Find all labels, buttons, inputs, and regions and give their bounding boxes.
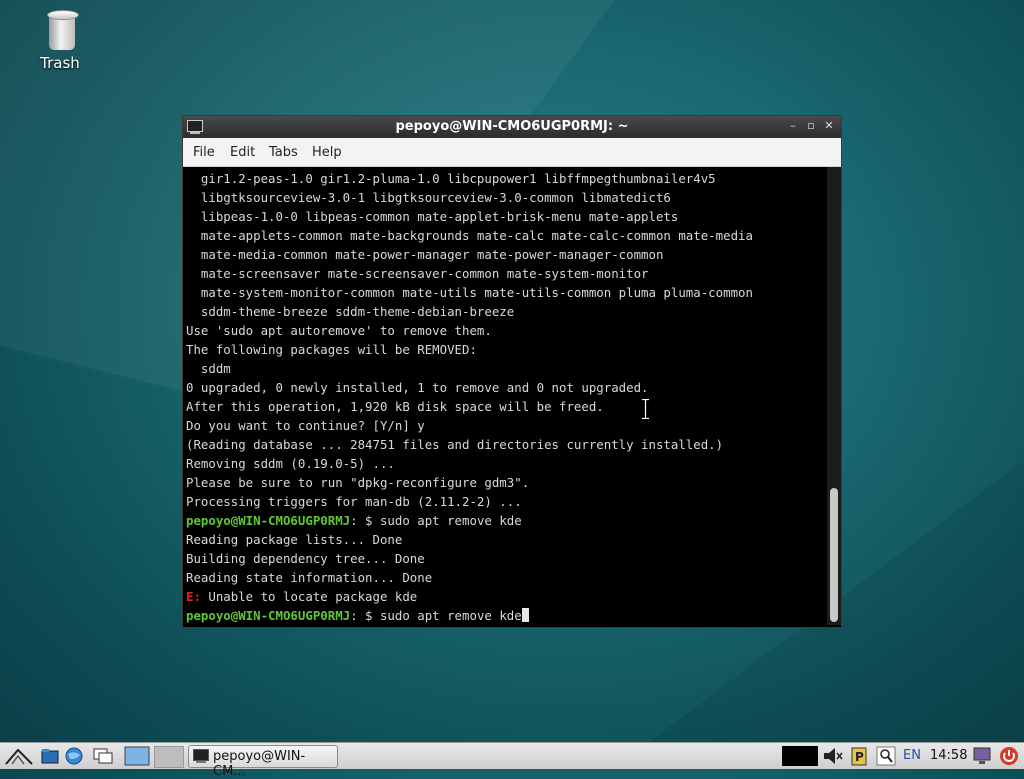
show-desktop-icon[interactable]: [40, 746, 60, 766]
taskbar-terminal-button[interactable]: pepoyo@WIN-CM...: [188, 745, 338, 779]
terminal-app-icon: [193, 749, 209, 763]
terminal-line: The following packages will be REMOVED:: [186, 342, 477, 357]
ibeam-cursor-icon: [642, 399, 649, 419]
prompt-user: pepoyo@WIN-CMO6UGP0RMJ: [186, 608, 351, 623]
vertical-scrollbar[interactable]: [827, 167, 841, 625]
window-switcher-icon[interactable]: [92, 746, 114, 766]
terminal-line: libgtksourceview-3.0-1 libgtksourceview-…: [186, 190, 671, 205]
menu-bar: File Edit Tabs Help: [183, 138, 841, 167]
terminal-line: After this operation, 1,920 kB disk spac…: [186, 399, 604, 414]
terminal-line: gir1.2-peas-1.0 gir1.2-pluma-1.0 libcpup…: [186, 171, 716, 186]
terminal-line: Do you want to continue? [Y/n] y: [186, 418, 425, 433]
prompt-user: pepoyo@WIN-CMO6UGP0RMJ: [186, 513, 351, 528]
prompt-line: pepoyo@WIN-CMO6UGP0RMJ: $ sudo apt remov…: [186, 511, 522, 530]
volume-icon[interactable]: [822, 746, 844, 766]
keyboard-layout[interactable]: EN: [903, 748, 921, 763]
terminal-line: Processing triggers for man-db (2.11.2-2…: [186, 494, 522, 509]
terminal-line: mate-media-common mate-power-manager mat…: [186, 247, 664, 262]
trash-label: Trash: [40, 54, 80, 72]
terminal-line: mate-screensaver mate-screensaver-common…: [186, 266, 649, 281]
web-browser-icon[interactable]: [64, 746, 84, 766]
text-cursor: [521, 608, 529, 622]
error-message: Unable to locate package kde: [200, 589, 418, 604]
lock-screen-icon[interactable]: [972, 746, 992, 766]
terminal-window[interactable]: pepoyo@WIN-CMO6UGP0RMJ: ~ – ▫ ✕ File Edi…: [182, 115, 842, 628]
terminal-line: sddm: [186, 361, 231, 376]
clock[interactable]: 14:58: [930, 748, 967, 763]
error-line: E: Unable to locate package kde: [186, 587, 417, 606]
prompt-command: : $ sudo apt remove kde: [350, 513, 522, 528]
maximize-button[interactable]: ▫: [803, 118, 819, 134]
start-menu-icon[interactable]: [4, 746, 34, 766]
terminal-line: 0 upgraded, 0 newly installed, 1 to remo…: [186, 380, 649, 395]
terminal-line: Building dependency tree... Done: [186, 551, 425, 566]
trash-icon: [47, 10, 79, 50]
search-icon[interactable]: [876, 746, 896, 766]
cpu-monitor-graph: [782, 746, 818, 766]
minimize-button[interactable]: –: [785, 118, 801, 134]
menu-file[interactable]: File: [193, 145, 215, 160]
taskbar: pepoyo@WIN-CM... P EN 14:58: [0, 742, 1024, 779]
desktop-trash[interactable]: Trash: [28, 10, 92, 72]
terminal-output[interactable]: gir1.2-peas-1.0 gir1.2-pluma-1.0 libcpup…: [183, 167, 827, 625]
terminal-line: mate-applets-common mate-backgrounds mat…: [186, 228, 753, 243]
title-bar[interactable]: pepoyo@WIN-CMO6UGP0RMJ: ~ – ▫ ✕: [183, 116, 841, 138]
menu-help[interactable]: Help: [312, 145, 342, 160]
scrollbar-thumb[interactable]: [830, 488, 838, 622]
menu-edit[interactable]: Edit: [230, 145, 255, 160]
current-prompt-line[interactable]: pepoyo@WIN-CMO6UGP0RMJ: $ sudo apt remov…: [186, 606, 529, 625]
terminal-line: Removing sddm (0.19.0-5) ...: [186, 456, 395, 471]
clipboard-icon[interactable]: P: [850, 746, 868, 766]
terminal-line: (Reading database ... 284751 files and d…: [186, 437, 724, 452]
close-button[interactable]: ✕: [821, 118, 837, 134]
terminal-line: Please be sure to run "dpkg-reconfigure …: [186, 475, 530, 490]
terminal-line: libpeas-1.0-0 libpeas-common mate-applet…: [186, 209, 679, 224]
terminal-line: sddm-theme-breeze sddm-theme-debian-bree…: [186, 304, 515, 319]
menu-tabs[interactable]: Tabs: [269, 145, 298, 160]
workspace-1[interactable]: [124, 746, 150, 766]
workspace-2[interactable]: [154, 746, 184, 768]
prompt-command: : $ sudo apt remove kde: [350, 608, 522, 623]
power-icon[interactable]: [998, 746, 1020, 766]
window-title: pepoyo@WIN-CMO6UGP0RMJ: ~: [395, 119, 629, 134]
error-prefix: E:: [186, 589, 201, 604]
terminal-line: mate-system-monitor-common mate-utils ma…: [186, 285, 753, 300]
task-label: pepoyo@WIN-CM...: [213, 749, 306, 779]
terminal-line: Use 'sudo apt autoremove' to remove them…: [186, 323, 492, 338]
svg-text:P: P: [855, 750, 864, 764]
terminal-line: Reading state information... Done: [186, 570, 433, 585]
terminal-line: Reading package lists... Done: [186, 532, 403, 547]
